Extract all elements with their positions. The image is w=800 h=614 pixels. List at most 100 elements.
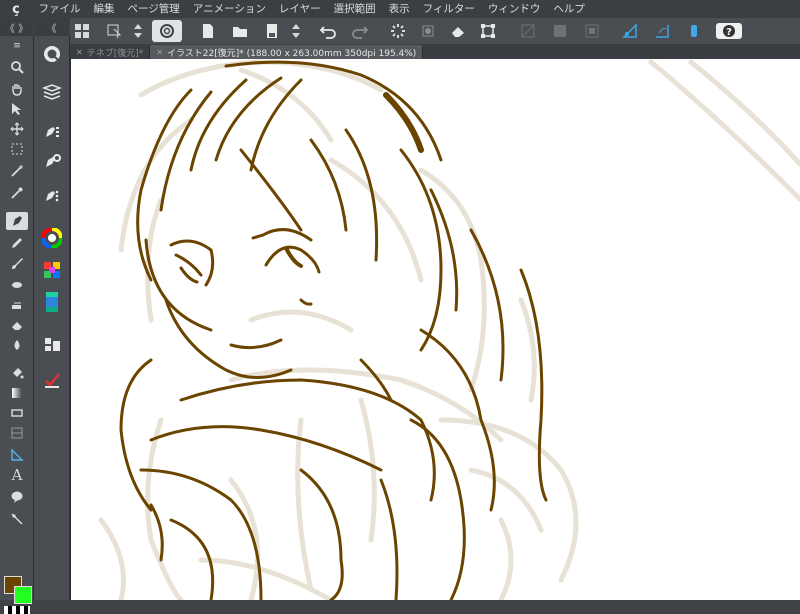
clip-studio-button[interactable] xyxy=(152,20,182,42)
hand-tool[interactable] xyxy=(6,80,28,98)
magnifier-icon xyxy=(11,61,24,74)
brush-size-button[interactable] xyxy=(40,150,64,174)
pen-tool[interactable] xyxy=(6,212,28,230)
selection-tool[interactable] xyxy=(6,140,28,158)
undo-button[interactable] xyxy=(318,20,338,42)
subtool-panel-collapse[interactable]: 《 xyxy=(34,18,69,36)
open-folder-icon xyxy=(233,27,247,37)
color-history-button[interactable] xyxy=(40,290,64,314)
save-button[interactable] xyxy=(262,20,282,42)
auto-select-tool[interactable] xyxy=(6,162,28,180)
figure-tool[interactable] xyxy=(6,404,28,422)
clear-outside-button[interactable] xyxy=(418,20,438,42)
color-set-button[interactable] xyxy=(40,258,64,282)
app-logo-icon[interactable]: ç xyxy=(0,0,32,18)
menu-window[interactable]: ウィンドウ xyxy=(481,0,547,18)
ruler-snap-button[interactable] xyxy=(620,20,640,42)
drawing-canvas[interactable] xyxy=(70,59,800,600)
invert-selection-button[interactable] xyxy=(550,20,570,42)
operation-tool[interactable] xyxy=(6,100,28,118)
paint-bucket-icon xyxy=(13,368,24,379)
burst-icon xyxy=(391,24,405,38)
gradient-icon xyxy=(12,388,22,398)
special-ruler-icon xyxy=(656,25,669,38)
expand-selection-button[interactable] xyxy=(582,20,602,42)
zoom-tool[interactable] xyxy=(6,58,28,76)
ruler-tool[interactable] xyxy=(6,446,28,464)
redo-button[interactable] xyxy=(350,20,370,42)
eraser-tool[interactable] xyxy=(6,316,28,334)
material-icon xyxy=(45,338,60,351)
transparent-color-swatch[interactable] xyxy=(4,606,30,614)
navigator-palette-button[interactable] xyxy=(40,42,64,66)
open-file-button[interactable] xyxy=(230,20,250,42)
left-panel-collapse[interactable]: 《 》 xyxy=(0,18,33,36)
balloon-tool[interactable] xyxy=(6,488,28,506)
grid-snap-icon xyxy=(691,25,697,37)
grid-view-button[interactable] xyxy=(72,20,92,42)
expand-selection-icon xyxy=(585,24,599,38)
pencil-tool[interactable] xyxy=(6,234,28,252)
decoration-tool[interactable] xyxy=(6,296,28,314)
color-wheel-button[interactable] xyxy=(40,226,64,250)
close-tab-icon[interactable]: ✕ xyxy=(76,48,83,57)
menu-view[interactable]: 表示 xyxy=(382,0,416,18)
airbrush-icon xyxy=(12,282,22,288)
layer-move-button[interactable] xyxy=(104,20,124,42)
tab-document-2[interactable]: ✕ イラスト22[復元]* (188.00 x 263.00mm 350dpi 1… xyxy=(150,45,424,59)
deselect-button[interactable] xyxy=(518,20,538,42)
menu-animation[interactable]: アニメーション xyxy=(186,0,272,18)
material-palette-button[interactable] xyxy=(40,332,64,356)
spinner-button[interactable] xyxy=(128,20,148,42)
transform-button[interactable] xyxy=(478,20,498,42)
special-ruler-snap-button[interactable] xyxy=(652,20,672,42)
grid-snap-button[interactable] xyxy=(684,20,704,42)
tool-property-button[interactable] xyxy=(40,120,64,144)
menu-filter[interactable]: フィルター xyxy=(416,0,481,18)
speech-balloon-icon xyxy=(11,491,23,503)
help-button[interactable]: ? xyxy=(716,23,742,39)
clip-studio-icon xyxy=(160,24,174,38)
brush-tool[interactable] xyxy=(6,254,28,272)
menu-edit[interactable]: 編集 xyxy=(87,0,121,18)
palette-menu-icon[interactable]: ≡ xyxy=(6,40,28,52)
sub-color-swatch[interactable] xyxy=(14,586,32,604)
frame-burst-icon xyxy=(422,25,434,37)
text-tool[interactable]: A xyxy=(6,466,28,484)
move-arrows-icon xyxy=(10,122,24,136)
eraser-fill-icon xyxy=(452,27,464,37)
fill-button[interactable] xyxy=(448,20,468,42)
clear-button[interactable] xyxy=(388,20,408,42)
pen-gear-icon xyxy=(46,154,61,167)
menu-selection[interactable]: 選択範囲 xyxy=(327,0,382,18)
airbrush-tool[interactable] xyxy=(6,276,28,294)
navigator-icon xyxy=(44,46,60,62)
eyedropper-tool[interactable] xyxy=(6,184,28,202)
move-layer-tool[interactable] xyxy=(6,120,28,138)
grid-icon xyxy=(75,24,89,38)
new-file-button[interactable] xyxy=(198,20,218,42)
frame-border-tool[interactable] xyxy=(6,424,28,442)
menu-help[interactable]: ヘルプ xyxy=(547,0,592,18)
help-icon: ? xyxy=(723,25,735,38)
gradient-tool[interactable] xyxy=(6,384,28,402)
layer-palette-button[interactable] xyxy=(40,80,64,104)
eyedropper-icon xyxy=(11,187,23,199)
menu-file[interactable]: ファイル xyxy=(32,0,87,18)
correct-line-tool[interactable] xyxy=(6,510,28,528)
fill-tool[interactable] xyxy=(6,364,28,382)
blend-tool[interactable] xyxy=(6,336,28,354)
save-spinner[interactable] xyxy=(286,20,306,42)
decoration-icon xyxy=(12,302,21,309)
document-tabs: ✕ テネブ[復元]* ✕ イラスト22[復元]* (188.00 x 263.00m… xyxy=(70,44,800,59)
hand-icon xyxy=(12,84,22,96)
invert-selection-icon xyxy=(554,25,566,37)
menu-page-management[interactable]: ページ管理 xyxy=(121,0,186,18)
menu-layer[interactable]: レイヤー xyxy=(272,0,327,18)
sub-tool-detail-button[interactable] xyxy=(40,184,64,208)
auto-actions-button[interactable] xyxy=(40,368,64,392)
close-tab-icon[interactable]: ✕ xyxy=(156,48,163,57)
tab-document-1[interactable]: ✕ テネブ[復元]* xyxy=(70,45,151,59)
ruler-triangle-icon xyxy=(11,448,24,461)
undo-icon xyxy=(319,26,336,39)
